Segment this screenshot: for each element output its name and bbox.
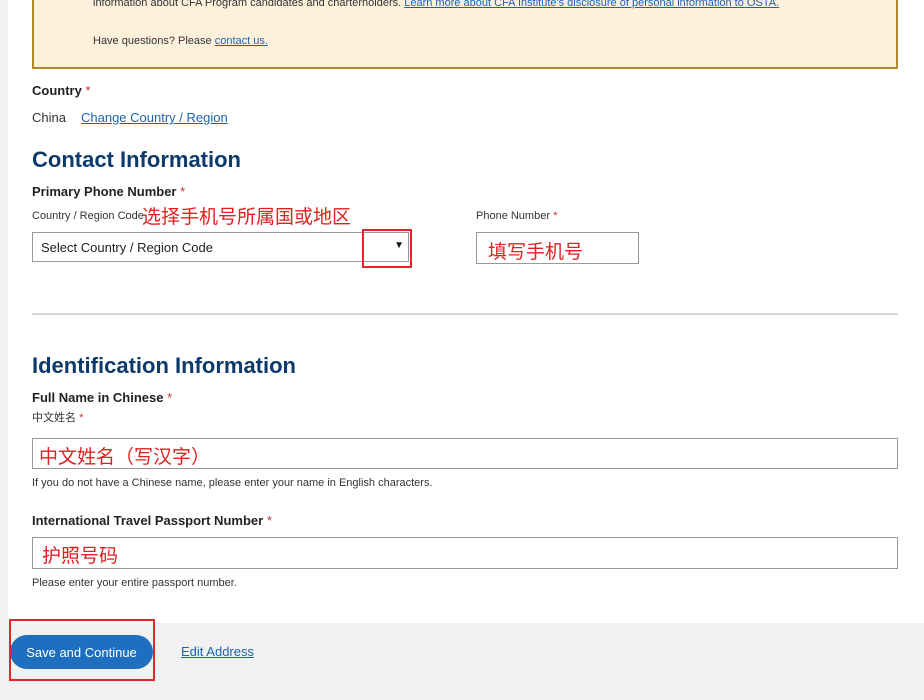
required-mark: *	[553, 210, 558, 222]
questions-prefix: Have questions? Please	[93, 35, 212, 47]
primary-phone-label-text: Primary Phone Number	[32, 184, 177, 199]
phone-number-input[interactable]: 填写手机号	[476, 232, 639, 264]
notice-line1-text: information about CFA Program candidates…	[93, 0, 402, 9]
chinese-name-input[interactable]: 中文姓名（写汉字）	[32, 438, 898, 469]
phone-number-label-text: Phone Number	[476, 210, 550, 222]
questions-text: Have questions? Please contact us.	[93, 35, 268, 47]
required-mark: *	[266, 513, 272, 528]
edit-address-link[interactable]: Edit Address	[181, 644, 254, 659]
required-mark: *	[85, 83, 91, 98]
notice-text: information about CFA Program candidates…	[93, 0, 779, 10]
region-code-select[interactable]: Select Country / Region Code ▼	[32, 232, 409, 262]
contact-us-link[interactable]: contact us.	[215, 35, 268, 47]
chevron-down-icon[interactable]: ▼	[394, 240, 404, 251]
osta-disclosure-link[interactable]: Learn more about CFA Institute's disclos…	[404, 0, 779, 9]
save-and-continue-button[interactable]: Save and Continue	[10, 635, 153, 669]
chinese-name-sublabel: 中文姓名 *	[32, 409, 83, 425]
passport-label: International Travel Passport Number *	[32, 513, 272, 528]
chinese-name-sublabel-text: 中文姓名	[32, 412, 76, 424]
chinese-name-label-text: Full Name in Chinese	[32, 390, 164, 405]
passport-label-text: International Travel Passport Number	[32, 513, 264, 528]
identification-heading: Identification Information	[32, 353, 296, 378]
region-code-label: Country / Region Code	[32, 210, 144, 222]
chinese-name-help: If you do not have a Chinese name, pleas…	[32, 477, 433, 489]
required-mark: *	[79, 412, 84, 424]
change-country-link[interactable]: Change Country / Region	[81, 110, 228, 125]
country-value: China	[32, 110, 66, 125]
required-mark: *	[167, 390, 173, 405]
phone-number-annotation: 填写手机号	[488, 242, 584, 263]
passport-help: Please enter your entire passport number…	[32, 577, 237, 589]
phone-number-label: Phone Number *	[476, 210, 557, 222]
passport-value: 护照号码	[42, 546, 119, 567]
chinese-name-label: Full Name in Chinese *	[32, 390, 172, 405]
notice-box: information about CFA Program candidates…	[32, 0, 898, 69]
form-card: information about CFA Program candidates…	[8, 0, 924, 623]
country-label: Country *	[32, 83, 91, 98]
required-mark: *	[180, 184, 186, 199]
region-code-select-value: Select Country / Region Code	[41, 240, 213, 255]
contact-heading: Contact Information	[32, 147, 241, 172]
passport-input[interactable]: 护照号码	[32, 537, 898, 569]
chinese-name-value: 中文姓名（写汉字）	[39, 447, 211, 468]
region-code-annotation: 选择手机号所属国或地区	[142, 207, 352, 228]
primary-phone-label: Primary Phone Number *	[32, 184, 185, 199]
country-label-text: Country	[32, 83, 82, 98]
section-divider	[32, 313, 898, 315]
